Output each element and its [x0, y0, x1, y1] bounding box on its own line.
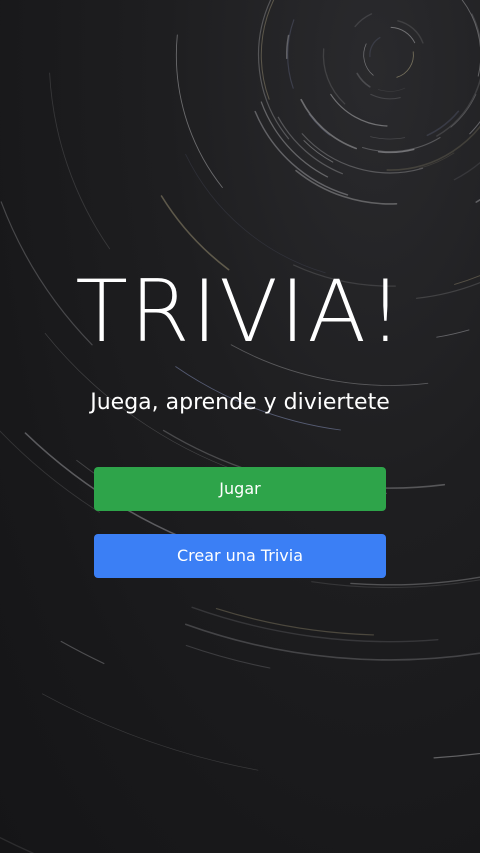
app-title: TRIVIA! [75, 262, 405, 362]
app-subtitle: Juega, aprende y diviertete [90, 390, 390, 415]
star-trails-background [0, 0, 480, 853]
star-trail [397, 20, 424, 44]
star-trail [301, 133, 424, 174]
star-trail [322, 48, 346, 105]
star-trail [185, 644, 271, 669]
star-trail [49, 72, 111, 250]
star-trail [354, 13, 373, 28]
star-trail [370, 136, 406, 140]
create-trivia-button[interactable]: Crear una Trivia [94, 534, 386, 578]
star-trail [353, 846, 480, 853]
star-trail [390, 26, 416, 44]
star-trail [330, 93, 388, 127]
star-trail [254, 110, 349, 196]
star-trail [377, 87, 406, 92]
star-trail [0, 836, 35, 853]
star-trail [361, 136, 441, 152]
star-trail [461, 0, 480, 77]
star-trail [410, 0, 480, 51]
star-trail [175, 34, 223, 188]
star-trail [257, 0, 290, 140]
star-trail [370, 93, 401, 100]
star-trail [303, 140, 334, 163]
star-trail [260, 0, 275, 100]
play-button[interactable]: Jugar [94, 467, 386, 511]
star-trail [396, 51, 414, 78]
star-trail [468, 0, 480, 19]
star-trail [453, 161, 480, 181]
star-trail [41, 693, 259, 771]
star-trail [295, 169, 398, 205]
star-trail [433, 752, 480, 759]
star-trail [363, 43, 374, 76]
star-trail [60, 640, 105, 665]
star-trail [287, 19, 295, 89]
star-trail [184, 623, 480, 661]
star-trail [369, 36, 381, 58]
home-screen: TRIVIA! Juega, aprende y diviertete Juga… [0, 0, 480, 853]
star-trail [160, 195, 230, 271]
star-trail [185, 153, 326, 274]
star-trail [356, 72, 371, 88]
star-trail [0, 0, 60, 10]
